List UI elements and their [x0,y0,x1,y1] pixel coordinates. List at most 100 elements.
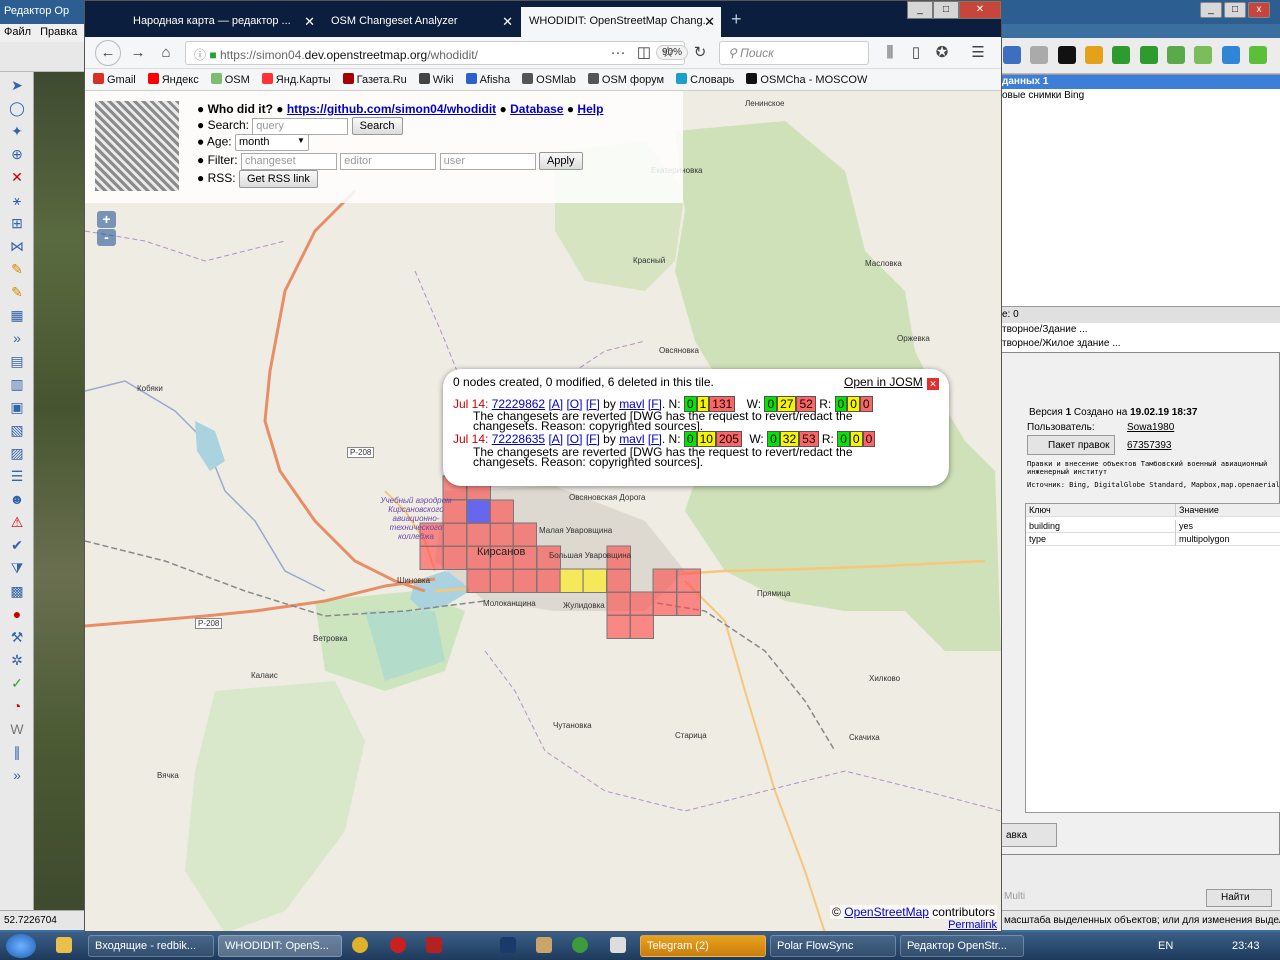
close-button[interactable]: x [1248,2,1270,18]
changeset-tile[interactable] [652,591,677,616]
combine-icon[interactable]: ⊞ [5,213,29,233]
zoom-out-button[interactable]: - [97,229,116,246]
select-tool-icon[interactable]: ➤ [5,75,29,95]
preset-water-icon[interactable] [1221,46,1240,64]
filter-icon[interactable]: ⧩ [5,558,29,578]
close-window-button[interactable]: ✕ [959,1,1001,19]
changeset-tile[interactable] [629,614,654,639]
join-icon[interactable]: ⋈ [5,236,29,256]
preset-park-icon[interactable] [1249,46,1268,64]
user-filter-input[interactable]: user [439,152,536,170]
map-paint-icon[interactable]: ▨ [5,443,29,463]
chrome-icon[interactable] [352,937,368,953]
bookmark-item[interactable]: OSM форум [587,73,664,86]
tag-key[interactable]: building [1026,520,1176,533]
bookmark-item[interactable]: Яндекс [147,73,199,86]
check-icon[interactable]: ✓ [5,673,29,693]
back-button[interactable]: ← [95,40,121,66]
preset-food-icon[interactable] [1085,46,1104,64]
changeset-filter-input[interactable]: changeset [240,152,337,170]
layer-bing[interactable]: овые снимки Bing [1000,89,1280,103]
maximize-button[interactable]: □ [1224,2,1246,18]
pocket-icon[interactable]: ◫ [633,42,655,64]
explorer-icon[interactable] [56,937,72,953]
list-icon[interactable]: ☰ [5,466,29,486]
changeset-tile[interactable] [676,591,701,616]
changeset-button[interactable]: Пакет правок [1027,435,1115,455]
bookmark-item[interactable]: Gmail [93,73,136,86]
preset-sign-icon[interactable] [1003,46,1021,64]
changeset-tile[interactable] [489,499,514,524]
query-input[interactable]: query [252,117,349,135]
history-panel-icon[interactable]: ▧ [5,420,29,440]
bookmark-item[interactable]: Газета.Ru [342,73,407,86]
preset-meadow-icon[interactable] [1194,46,1213,64]
taskbar-item[interactable]: Входящие - redbik... [88,935,214,957]
changeset-tile[interactable] [442,545,467,570]
wikipedia-icon[interactable]: W [5,719,29,739]
tag-value[interactable]: yes [1176,520,1280,533]
changeset-tile[interactable] [606,591,631,616]
changeset-tile[interactable] [652,568,677,593]
pencil-alt-icon[interactable]: ✎ [5,282,29,302]
lasso-icon[interactable]: ◯ [5,98,29,118]
osm-link[interactable]: [O] [566,432,582,446]
forward-button[interactable]: → [127,42,149,64]
bookmark-item[interactable]: Словарь [676,73,734,86]
map[interactable]: ЛенинскоеЕкатериновкаКрасныйМасловкаОвся… [85,91,1001,931]
changeset-tile[interactable] [512,568,537,593]
menu-icon[interactable]: ☰ [967,42,989,64]
whatsapp-icon[interactable] [572,937,588,953]
new-tab-button[interactable]: + [731,9,742,30]
age-select[interactable]: month ▼ [234,134,309,151]
zoom-icon[interactable]: ⊕ [5,144,29,164]
preset-grass-icon[interactable] [1167,46,1186,64]
open-in-josm-link[interactable]: Open in JOSM [844,375,923,389]
bookmark-item[interactable]: Afisha [465,73,510,86]
barcode-icon[interactable]: ∥ [5,742,29,762]
selection-item[interactable]: творное/Жилое здание ... [1000,337,1280,351]
menu-edit[interactable]: Правка [40,26,77,38]
bookmark-item[interactable]: Wiki [418,73,454,86]
github-link[interactable]: https://github.com/simon04/whodidit [287,102,496,116]
bookmark-item[interactable]: OSM [210,73,250,86]
taskbar-item[interactable]: Polar FlowSync [770,935,896,957]
bookmark-star-icon[interactable]: ☆ [657,42,679,64]
app-icon[interactable] [610,937,626,953]
changeset-tile[interactable] [536,568,561,593]
image-icon[interactable]: ▩ [5,581,29,601]
language-indicator[interactable]: EN [1158,940,1173,952]
reload-icon[interactable]: ↻ [689,42,711,64]
user-link[interactable]: mavl [619,432,644,446]
preset-tree-icon[interactable] [1112,46,1131,64]
minimize-button[interactable]: _ [1200,2,1222,18]
pencil-icon[interactable]: ✎ [5,259,29,279]
tab-whodidit[interactable]: WHODIDIT: OpenStreetMap Chang... ✕ [521,7,721,37]
draw-node-icon[interactable]: ✦ [5,121,29,141]
tab-narodnaya-karta[interactable]: Народная карта — редактор ... ✕ [125,7,321,37]
apply-button[interactable]: Apply [538,152,583,170]
taskbar-item[interactable]: Telegram (2) [640,935,766,957]
changeset-tile[interactable] [629,591,654,616]
multi-checkbox[interactable]: Multi [1004,891,1025,902]
preset-forest-icon[interactable] [1139,46,1158,64]
bookmark-item[interactable]: OSMCha - MOSCOW [746,73,867,86]
changeset-tile[interactable] [606,568,631,593]
home-icon[interactable]: ⌂ [155,42,177,64]
sidebar-icon[interactable]: ▯ [905,42,927,64]
preset-attach-icon[interactable] [1030,46,1049,64]
user-icon[interactable]: ☻ [5,489,29,509]
bookmark-item[interactable]: Янд.Карты [261,73,331,86]
tools-icon[interactable]: ⚒ [5,627,29,647]
filter-link[interactable]: [F] [586,432,600,446]
database-link[interactable]: Database [510,102,563,116]
compass-icon[interactable]: ◔ [5,696,29,716]
rss-button[interactable]: Get RSS link [238,170,318,188]
changeset-tile[interactable] [512,522,537,547]
validator-icon[interactable]: ✔ [5,535,29,555]
editor-filter-input[interactable]: editor [340,152,437,170]
bookmark-item[interactable]: OSMlab [522,73,576,86]
props-panel-icon[interactable]: ▥ [5,374,29,394]
page-actions-icon[interactable]: ··· [607,42,629,64]
preset-person-icon[interactable] [1057,46,1076,64]
